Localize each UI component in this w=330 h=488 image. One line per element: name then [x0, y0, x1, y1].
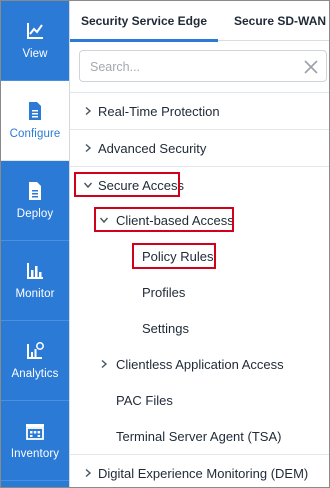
search-box: [79, 50, 327, 82]
tree-item-dem[interactable]: Digital Experience Monitoring (DEM): [70, 454, 329, 487]
tree-item-realtime-protection[interactable]: Real-Time Protection: [70, 92, 329, 129]
tree-item-terminal-server-agent[interactable]: Terminal Server Agent (TSA): [70, 418, 329, 455]
tab-bar: Security Service Edge Secure SD-WAN: [70, 1, 329, 42]
tree-item-label: Digital Experience Monitoring (DEM): [98, 466, 309, 481]
tree-item-label: Clientless Application Access: [116, 357, 284, 372]
left-nav-rail: View Configure Deploy Monitor Analytics: [1, 1, 69, 487]
chart-icon: [25, 21, 45, 41]
tab-secure-sd-wan[interactable]: Secure SD-WAN: [234, 1, 329, 41]
bar-chart-icon: [25, 261, 45, 281]
chevron-right-icon: [101, 359, 108, 369]
chevron-right-icon: [85, 143, 92, 153]
nav-label: Configure: [9, 128, 61, 140]
app-frame: View Configure Deploy Monitor Analytics: [0, 0, 330, 488]
nav-label: Monitor: [15, 288, 55, 300]
nav-item-monitor[interactable]: Monitor: [1, 241, 69, 321]
search-input[interactable]: [90, 57, 290, 77]
tree-item-label: Advanced Security: [98, 141, 207, 156]
nav-item-deploy[interactable]: Deploy: [1, 161, 69, 241]
analytics-icon: [25, 341, 45, 361]
chevron-right-icon: [85, 468, 92, 478]
tree-item-label: PAC Files: [116, 393, 173, 408]
document-icon: [25, 101, 45, 121]
tree-item-label: Real-Time Protection: [98, 104, 220, 119]
tree-item-label: Settings: [142, 321, 189, 336]
nav-label: View: [22, 48, 48, 60]
tree-item-label: Profiles: [142, 285, 186, 300]
highlight-box-policy-rules: [132, 243, 216, 269]
highlight-box-client-based-access: [94, 207, 234, 232]
chevron-right-icon: [85, 106, 92, 116]
config-panel: Security Service Edge Secure SD-WAN Real…: [69, 1, 329, 487]
nav-item-inventory[interactable]: Inventory: [1, 401, 69, 481]
tab-security-service-edge[interactable]: Security Service Edge: [70, 1, 218, 42]
highlight-box-secure-access: [74, 172, 180, 197]
document-icon: [25, 181, 45, 201]
tree-item-settings[interactable]: Settings: [70, 310, 329, 347]
tree-item-clientless-access[interactable]: Clientless Application Access: [70, 346, 329, 383]
close-icon[interactable]: [302, 58, 320, 76]
nav-item-configure[interactable]: Configure: [1, 81, 69, 161]
tree-item-pac-files[interactable]: PAC Files: [70, 382, 329, 419]
nav-label: Deploy: [16, 208, 54, 220]
nav-item-analytics[interactable]: Analytics: [1, 321, 69, 401]
tree-item-profiles[interactable]: Profiles: [70, 274, 329, 311]
nav-label: Analytics: [11, 368, 59, 380]
nav-label: Inventory: [10, 448, 60, 460]
nav-item-view[interactable]: View: [1, 1, 69, 81]
tree-item-advanced-security[interactable]: Advanced Security: [70, 129, 329, 166]
tree-item-label: Terminal Server Agent (TSA): [116, 429, 282, 444]
inventory-icon: [25, 421, 45, 441]
